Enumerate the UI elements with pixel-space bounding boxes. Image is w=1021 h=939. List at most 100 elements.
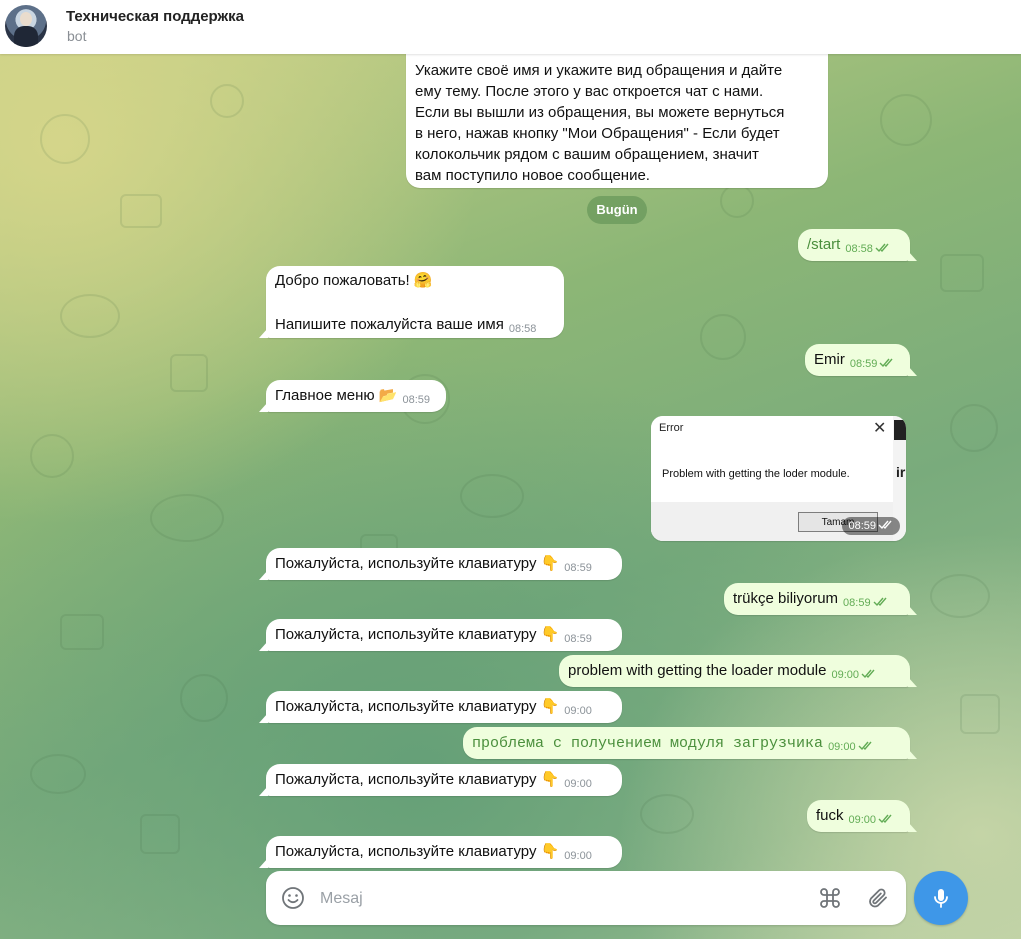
message-text: Пожалуйста, используйте клавиатуру 👇 bbox=[275, 626, 560, 643]
background-doodle bbox=[700, 314, 746, 360]
double-check-icon bbox=[873, 597, 887, 607]
bubble-tail bbox=[259, 328, 268, 338]
background-doodle bbox=[880, 94, 932, 146]
image-time-badge: 08:59 bbox=[842, 517, 900, 535]
message-incoming[interactable]: Пожалуйста, используйте клавиатуру 👇 09:0… bbox=[259, 764, 622, 796]
bubble-tail bbox=[259, 713, 268, 723]
dialog-title: Error bbox=[659, 422, 684, 434]
background-doodle bbox=[720, 184, 754, 218]
double-check-icon bbox=[861, 669, 875, 679]
message-time: 08:58 bbox=[845, 243, 873, 255]
message-input[interactable] bbox=[316, 871, 802, 927]
dialog-message: Problem with getting the loder module. bbox=[662, 468, 850, 480]
message-outgoing[interactable]: fuck 09:00 bbox=[807, 800, 917, 832]
message-text: trükçe biliyorum bbox=[733, 590, 839, 607]
double-check-icon bbox=[858, 741, 872, 751]
window-edge-text: ir bbox=[896, 464, 906, 480]
message-incoming[interactable]: Пожалуйста, используйте клавиатуру 👇 08:5… bbox=[259, 619, 622, 651]
message-text: fuck bbox=[816, 807, 844, 824]
double-check-icon bbox=[875, 243, 889, 253]
message-time: 09:00 bbox=[848, 814, 877, 826]
background-doodle bbox=[950, 404, 998, 452]
message-outgoing[interactable]: problem with getting the loader module 09… bbox=[559, 655, 917, 687]
background-doodle bbox=[170, 354, 208, 392]
message-text-line: Напишите пожалуйста ваше имя bbox=[275, 316, 504, 333]
bubble-tail bbox=[908, 366, 917, 376]
message-composer bbox=[266, 871, 906, 927]
background-doodle bbox=[40, 114, 90, 164]
message-incoming[interactable]: Укажите своё имя и укажите вид обращения… bbox=[406, 38, 828, 188]
double-check-icon bbox=[878, 520, 892, 530]
message-time: 09:00 bbox=[564, 778, 592, 790]
message-time: 09:00 bbox=[564, 850, 592, 862]
message-time: 08:59 bbox=[402, 394, 431, 406]
bubble-tail bbox=[908, 251, 917, 261]
background-doodle bbox=[210, 84, 244, 118]
message-incoming[interactable]: Пожалуйста, используйте клавиатуру 👇 08:5… bbox=[259, 548, 622, 580]
bubble-tail bbox=[259, 641, 268, 651]
background-doodle bbox=[940, 254, 984, 292]
bubble-tail bbox=[908, 749, 917, 759]
message-incoming[interactable]: Пожалуйста, используйте клавиатуру 👇 09:0… bbox=[259, 836, 622, 868]
message-text: Пожалуйста, используйте клавиатуру 👇 bbox=[275, 771, 560, 788]
background-doodle bbox=[460, 474, 524, 518]
message-time: 09:00 bbox=[564, 705, 592, 717]
chat-subtitle: bot bbox=[67, 28, 87, 44]
message-text-line: Добро пожаловать! 🤗 bbox=[275, 272, 433, 289]
bubble-tail bbox=[259, 858, 268, 868]
message-incoming[interactable]: Пожалуйста, используйте клавиатуру 👇 09:0… bbox=[259, 691, 622, 723]
background-doodle bbox=[60, 614, 104, 650]
double-check-icon bbox=[879, 358, 893, 368]
message-outgoing[interactable]: trükçe biliyorum 08:59 bbox=[724, 583, 917, 615]
message-text-line: ему тему. После этого у вас откроется ча… bbox=[415, 83, 764, 100]
background-doodle bbox=[180, 674, 228, 722]
background-doodle bbox=[30, 754, 86, 794]
message-text-line: Если вы вышли из обращения, вы можете ве… bbox=[415, 104, 785, 121]
bubble-tail bbox=[259, 786, 268, 796]
message-time: 08:59 bbox=[564, 562, 592, 574]
command-icon[interactable] bbox=[818, 886, 842, 910]
background-doodle bbox=[30, 434, 74, 478]
message-outgoing[interactable]: /start 08:58 bbox=[798, 229, 917, 261]
message-text: Пожалуйста, используйте клавиатуру 👇 bbox=[275, 843, 560, 860]
paperclip-icon[interactable] bbox=[866, 886, 890, 910]
window-edge bbox=[894, 420, 906, 440]
message-incoming[interactable]: Добро пожаловать! 🤗 Напишите пожалуйста … bbox=[259, 266, 564, 338]
message-text: Emir bbox=[814, 351, 845, 368]
message-text[interactable]: проблема с получением модуля загрузчика bbox=[472, 735, 823, 752]
message-text: Пожалуйста, используйте клавиатуру 👇 bbox=[275, 555, 560, 572]
close-icon: ✕ bbox=[873, 420, 887, 437]
message-text: Пожалуйста, используйте клавиатуру 👇 bbox=[275, 698, 560, 715]
message-text[interactable]: /start bbox=[807, 236, 840, 253]
message-outgoing[interactable]: проблема с получением модуля загрузчика 0… bbox=[463, 727, 917, 759]
bubble-tail bbox=[259, 570, 268, 580]
background-doodle bbox=[640, 794, 694, 834]
bubble-tail bbox=[908, 677, 917, 687]
message-time: 08:58 bbox=[508, 323, 537, 335]
image-message[interactable]: Error ✕ Problem with getting the loder m… bbox=[651, 416, 906, 541]
message-outgoing[interactable]: Emir 08:59 bbox=[805, 344, 917, 376]
bubble-tail bbox=[259, 402, 268, 412]
smile-icon[interactable] bbox=[281, 886, 305, 910]
microphone-icon bbox=[934, 889, 948, 908]
message-text-line: в него, нажав кнопку "Мои Обращения" - Е… bbox=[415, 125, 780, 142]
background-doodle bbox=[960, 694, 1000, 734]
message-time: 08:59 bbox=[843, 597, 871, 609]
message-time: 08:59 bbox=[564, 633, 592, 645]
message-incoming[interactable]: Главное меню 📂 08:59 bbox=[259, 380, 446, 412]
avatar-body bbox=[14, 26, 38, 47]
chat-title[interactable]: Техническая поддержка bbox=[66, 8, 244, 25]
message-time: 09:00 bbox=[831, 669, 860, 681]
background-doodle bbox=[140, 814, 180, 854]
chat-header[interactable]: Техническая поддержка bot bbox=[0, 0, 1021, 54]
bubble-tail bbox=[908, 822, 917, 832]
avatar[interactable] bbox=[5, 5, 47, 47]
background-doodle bbox=[60, 294, 120, 338]
message-time: 08:59 bbox=[848, 520, 876, 532]
avatar-head bbox=[20, 12, 32, 26]
date-separator: Bugün bbox=[587, 196, 647, 224]
message-time: 08:59 bbox=[849, 358, 878, 370]
background-doodle bbox=[120, 194, 162, 228]
voice-record-button[interactable] bbox=[914, 871, 968, 925]
message-text: problem with getting the loader module bbox=[568, 662, 827, 679]
